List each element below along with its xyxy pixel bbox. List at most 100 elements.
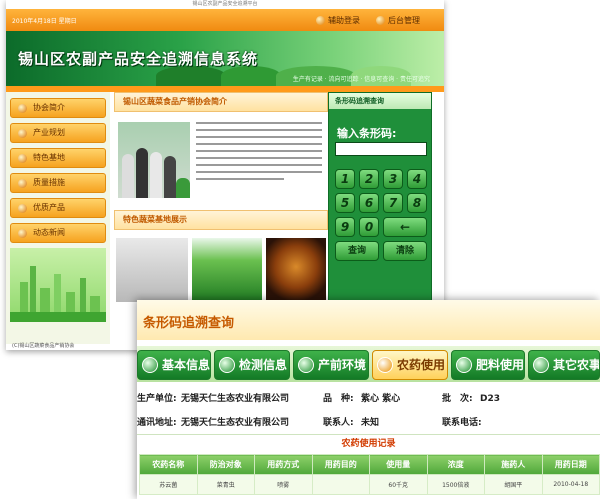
greenhouse-photo — [116, 238, 188, 302]
key-2[interactable]: 2 — [359, 169, 379, 189]
batch-value: D23 — [480, 394, 500, 404]
website-window: 锡山区农副产品安全追溯平台 2010年4月18日 星期日 辅助登录 后台管理 锡… — [6, 0, 444, 350]
info-row-producer: 生产单位: 无锡天仁生态农业有限公司 品 种: 紫心 紫心 批 次: D23 — [137, 388, 600, 410]
orange-header-bar: 2010年4月18日 星期日 辅助登录 后台管理 — [6, 9, 444, 31]
column-header: 浓度 — [426, 454, 485, 475]
barcode-label: 输入条形码: — [337, 127, 397, 140]
trace-title-bar: 条形码追溯查询 — [137, 300, 600, 340]
tab-orb-icon — [219, 357, 235, 373]
tab-orb-icon — [142, 357, 158, 373]
producer-value: 无锡天仁生态农业有限公司 — [181, 394, 290, 404]
tab-basic-info[interactable]: 基本信息 — [137, 350, 211, 380]
query-button[interactable]: 查询 — [335, 241, 379, 261]
tab-other-farming[interactable]: 其它农事 — [528, 350, 600, 380]
column-header: 用药日期 — [541, 454, 600, 475]
menu-item-products[interactable]: 优质产品 — [10, 198, 106, 218]
table-cell: 1500倍液 — [426, 474, 485, 495]
orb-icon — [18, 229, 27, 238]
menu-item-quality[interactable]: 质量措施 — [10, 173, 106, 193]
column-header: 防治对象 — [196, 454, 255, 475]
tab-inspection-info[interactable]: 检测信息 — [214, 350, 290, 380]
column-header: 用药方式 — [254, 454, 313, 475]
tab-pesticide-use[interactable]: 农药使用 — [372, 350, 448, 380]
base-panel-title: 特色蔬菜基地展示 — [114, 210, 328, 230]
assist-login-button[interactable]: 辅助登录 — [316, 14, 360, 27]
column-header: 农药名称 — [139, 454, 198, 475]
table-row: 苏云菌 菜青虫 喷雾 60千克 1500倍液 胡国平 2010-04-18 — [139, 474, 600, 495]
barcode-query-title: 条形码追溯查询 — [329, 93, 431, 109]
tab-pre-production-env[interactable]: 产前环境 — [293, 350, 369, 380]
intro-panel-title: 锡山区蔬菜食品产销协会简介 — [114, 92, 328, 112]
key-3[interactable]: 3 — [383, 169, 403, 189]
tab-orb-icon — [377, 357, 393, 373]
mushroom-photo — [266, 238, 326, 302]
column-header: 用药目的 — [311, 454, 370, 475]
contact-label: 联系人: — [323, 418, 354, 428]
tab-orb-icon — [298, 357, 314, 373]
visit-photo — [118, 122, 190, 198]
key-7[interactable]: 7 — [383, 193, 403, 213]
orb-icon — [18, 129, 27, 138]
pesticide-records-title: 农药使用记录 — [137, 434, 600, 452]
table-cell: 2010-04-18 — [541, 474, 600, 495]
site-banner: 锡山区农副产品安全追溯信息系统 生产有记录 · 流向可追踪 · 信息可查询 · … — [6, 31, 444, 86]
orb-icon — [376, 16, 385, 25]
screenshot-stage: 锡山区农副产品安全追溯平台 2010年4月18日 星期日 辅助登录 后台管理 锡… — [0, 0, 600, 499]
key-8[interactable]: 8 — [407, 193, 427, 213]
clear-button[interactable]: 清除 — [383, 241, 427, 261]
info-row-address: 通讯地址: 无锡天仁生态农业有限公司 联系人: 未知 联系电话: — [137, 412, 600, 434]
address-value: 无锡天仁生态农业有限公司 — [181, 418, 290, 428]
trace-title: 条形码追溯查询 — [143, 316, 235, 331]
batch-label: 批 次: — [442, 394, 473, 404]
menu-item-about[interactable]: 协会简介 — [10, 98, 106, 118]
orb-icon — [18, 104, 27, 113]
column-header: 使用量 — [369, 454, 428, 475]
site-title: 锡山区农副产品安全追溯信息系统 — [18, 50, 259, 68]
barcode-input[interactable] — [335, 142, 427, 156]
date-text: 2010年4月18日 星期日 — [12, 18, 77, 25]
trace-result-window: 条形码追溯查询 基本信息 检测信息 产前环境 农药使用 肥料使用 其它农事 生产… — [137, 300, 600, 499]
intro-text-lines — [196, 122, 322, 185]
city-skyline-image — [10, 248, 106, 322]
key-9[interactable]: 9 — [335, 217, 355, 237]
variety-label: 品 种: — [323, 394, 354, 404]
orb-icon — [18, 204, 27, 213]
variety-value: 紫心 紫心 — [361, 394, 401, 404]
table-cell: 菜青虫 — [196, 474, 255, 495]
orb-icon — [316, 16, 325, 25]
tab-orb-icon — [533, 357, 549, 373]
orb-icon — [18, 154, 27, 163]
table-cell: 苏云菌 — [139, 474, 198, 495]
phone-label: 联系电话: — [442, 418, 482, 428]
left-menu: 协会简介 产业规划 特色基地 质量措施 优质产品 动态新闻 — [6, 92, 110, 344]
table-cell: 胡国平 — [484, 474, 543, 495]
contact-value: 未知 — [361, 418, 380, 428]
table-cell: 喷雾 — [254, 474, 313, 495]
tab-orb-icon — [456, 357, 472, 373]
key-0[interactable]: 0 — [359, 217, 379, 237]
key-5[interactable]: 5 — [335, 193, 355, 213]
backspace-key[interactable]: ← — [383, 217, 427, 237]
table-cell: 60千克 — [369, 474, 428, 495]
address-label: 通讯地址: — [137, 418, 177, 428]
trace-tabs: 基本信息 检测信息 产前环境 农药使用 肥料使用 其它农事 — [137, 346, 600, 382]
table-header-row: 农药名称 防治对象 用药方式 用药目的 使用量 浓度 施药人 用药日期 — [139, 454, 600, 475]
key-6[interactable]: 6 — [359, 193, 379, 213]
orb-icon — [18, 179, 27, 188]
pesticide-records-table: 农药名称 防治对象 用药方式 用药目的 使用量 浓度 施药人 用药日期 苏云菌 … — [139, 454, 600, 495]
column-header: 施药人 — [484, 454, 543, 475]
key-4[interactable]: 4 — [407, 169, 427, 189]
key-1[interactable]: 1 — [335, 169, 355, 189]
producer-label: 生产单位: — [137, 394, 177, 404]
menu-item-planning[interactable]: 产业规划 — [10, 123, 106, 143]
table-cell — [311, 474, 370, 495]
top-note: 锡山区农副产品安全追溯平台 — [6, 0, 444, 9]
admin-button[interactable]: 后台管理 — [376, 14, 420, 27]
menu-item-bases[interactable]: 特色基地 — [10, 148, 106, 168]
base-photos — [114, 238, 328, 302]
menu-item-news[interactable]: 动态新闻 — [10, 223, 106, 243]
field-photo — [192, 238, 262, 302]
site-slogan: 生产有记录 · 流向可追踪 · 信息可查询 · 责任可追究 — [292, 76, 430, 83]
copyright-text: (C)锡山区蔬菜食品产销协会 — [12, 343, 75, 349]
tab-fertilizer-use[interactable]: 肥料使用 — [451, 350, 525, 380]
